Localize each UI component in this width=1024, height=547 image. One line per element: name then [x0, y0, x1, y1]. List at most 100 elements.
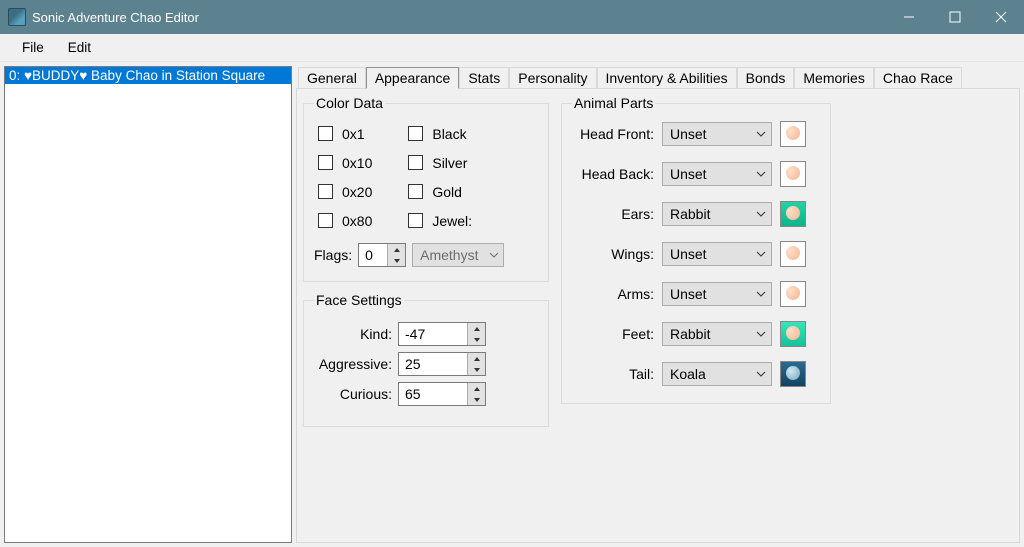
chevron-down-icon[interactable]	[751, 171, 771, 177]
flags-label: Flags:	[314, 247, 352, 263]
face-spinner-1[interactable]	[398, 352, 486, 376]
tab-chao-race[interactable]: Chao Race	[874, 67, 962, 88]
spinner-down-icon[interactable]	[468, 364, 485, 375]
checkbox-0x20[interactable]: 0x20	[314, 181, 372, 202]
chevron-down-icon[interactable]	[751, 371, 771, 377]
menu-file[interactable]: File	[10, 38, 56, 57]
face-settings-group: Face Settings Kind: Aggressive: Curious:	[303, 292, 549, 427]
spinner-up-icon[interactable]	[388, 244, 405, 255]
animal-part-value: Koala	[663, 366, 751, 382]
animal-part-thumb	[780, 161, 806, 187]
spinner-down-icon[interactable]	[388, 255, 405, 266]
list-item[interactable]: 0: ♥BUDDY♥ Baby Chao in Station Square	[5, 67, 291, 84]
animal-part-combo-4[interactable]: Unset	[662, 282, 772, 306]
tab-appearance[interactable]: Appearance	[366, 67, 460, 89]
flags-input[interactable]	[359, 244, 387, 266]
animal-part-label: Feet:	[572, 326, 654, 342]
checkbox-jewel[interactable]: Jewel:	[404, 210, 472, 231]
checkbox-0x80[interactable]: 0x80	[314, 210, 372, 231]
animal-part-combo-3[interactable]: Unset	[662, 242, 772, 266]
spinner-up-icon[interactable]	[468, 323, 485, 334]
app-icon	[8, 8, 26, 26]
menu-edit[interactable]: Edit	[56, 38, 103, 57]
spinner-up-icon[interactable]	[468, 353, 485, 364]
animal-part-combo-6[interactable]: Koala	[662, 362, 772, 386]
animal-part-row: Feet: Rabbit	[572, 321, 820, 347]
animal-part-row: Tail: Koala	[572, 361, 820, 387]
animal-part-row: Arms: Unset	[572, 281, 820, 307]
animal-part-label: Ears:	[572, 206, 654, 222]
tab-stats[interactable]: Stats	[459, 67, 509, 88]
checkbox-0x1[interactable]: 0x1	[314, 123, 372, 144]
animal-part-label: Head Back:	[572, 166, 654, 182]
face-spinner-2[interactable]	[398, 382, 486, 406]
animal-part-thumb	[780, 121, 806, 147]
animal-part-combo-5[interactable]: Rabbit	[662, 322, 772, 346]
animal-part-row: Head Front:Unset	[572, 121, 820, 147]
animal-part-label: Tail:	[572, 366, 654, 382]
face-input[interactable]	[399, 353, 467, 375]
animal-part-value: Unset	[663, 126, 751, 142]
animal-part-thumb	[780, 321, 806, 347]
animal-part-thumb	[780, 201, 806, 227]
chevron-down-icon[interactable]	[751, 331, 771, 337]
animal-part-value: Rabbit	[663, 326, 751, 342]
animal-part-row: Ears: Rabbit	[572, 201, 820, 227]
animal-part-value: Unset	[663, 286, 751, 302]
animal-part-combo-2[interactable]: Rabbit	[662, 202, 772, 226]
chao-listbox[interactable]: 0: ♥BUDDY♥ Baby Chao in Station Square	[4, 66, 292, 543]
animal-part-value: Unset	[663, 166, 751, 182]
checkbox-silver[interactable]: Silver	[404, 152, 472, 173]
chevron-down-icon	[485, 252, 503, 258]
spinner-down-icon[interactable]	[468, 394, 485, 405]
animal-part-thumb	[780, 241, 806, 267]
tabs-row: General Appearance Stats Personality Inv…	[298, 66, 1020, 88]
flags-spinner[interactable]	[358, 243, 406, 267]
chevron-down-icon[interactable]	[751, 131, 771, 137]
jewel-combo: Amethyst	[412, 243, 504, 267]
tab-memories[interactable]: Memories	[794, 67, 873, 88]
tab-general[interactable]: General	[298, 67, 366, 88]
animal-parts-legend: Animal Parts	[572, 95, 655, 111]
face-row: Curious:	[314, 382, 538, 406]
animal-part-combo-0[interactable]: Unset	[662, 122, 772, 146]
tab-personality[interactable]: Personality	[509, 67, 596, 88]
animal-part-label: Wings:	[572, 246, 654, 262]
titlebar: Sonic Adventure Chao Editor	[0, 0, 1024, 34]
color-data-group: Color Data 0x1 0x10 0x20 0x80 Black Silv…	[303, 95, 549, 282]
window-title: Sonic Adventure Chao Editor	[32, 10, 886, 25]
color-data-legend: Color Data	[314, 95, 385, 111]
spinner-down-icon[interactable]	[468, 334, 485, 345]
face-settings-legend: Face Settings	[314, 292, 404, 308]
face-row: Kind:	[314, 322, 538, 346]
animal-part-combo-1[interactable]: Unset	[662, 162, 772, 186]
animal-part-value: Rabbit	[663, 206, 751, 222]
face-spinner-0[interactable]	[398, 322, 486, 346]
minimize-button[interactable]	[886, 0, 932, 34]
animal-part-value: Unset	[663, 246, 751, 262]
animal-part-row: Head Back: Unset	[572, 161, 820, 187]
tab-bonds[interactable]: Bonds	[737, 67, 795, 88]
face-label: Curious:	[314, 386, 392, 402]
face-input[interactable]	[399, 383, 467, 405]
animal-part-thumb	[780, 281, 806, 307]
tab-inventory-abilities[interactable]: Inventory & Abilities	[597, 67, 737, 88]
animal-parts-group: Animal Parts Head Front:Unset Head Back: U…	[561, 95, 831, 404]
face-row: Aggressive:	[314, 352, 538, 376]
animal-part-label: Arms:	[572, 286, 654, 302]
animal-part-row: Wings: Unset	[572, 241, 820, 267]
checkbox-gold[interactable]: Gold	[404, 181, 472, 202]
chevron-down-icon[interactable]	[751, 211, 771, 217]
checkbox-black[interactable]: Black	[404, 123, 472, 144]
close-button[interactable]	[978, 0, 1024, 34]
maximize-button[interactable]	[932, 0, 978, 34]
tab-body: Color Data 0x1 0x10 0x20 0x80 Black Silv…	[296, 88, 1020, 543]
chevron-down-icon[interactable]	[751, 291, 771, 297]
face-label: Aggressive:	[314, 356, 392, 372]
face-label: Kind:	[314, 326, 392, 342]
menubar: File Edit	[0, 34, 1024, 62]
chevron-down-icon[interactable]	[751, 251, 771, 257]
checkbox-0x10[interactable]: 0x10	[314, 152, 372, 173]
face-input[interactable]	[399, 323, 467, 345]
spinner-up-icon[interactable]	[468, 383, 485, 394]
